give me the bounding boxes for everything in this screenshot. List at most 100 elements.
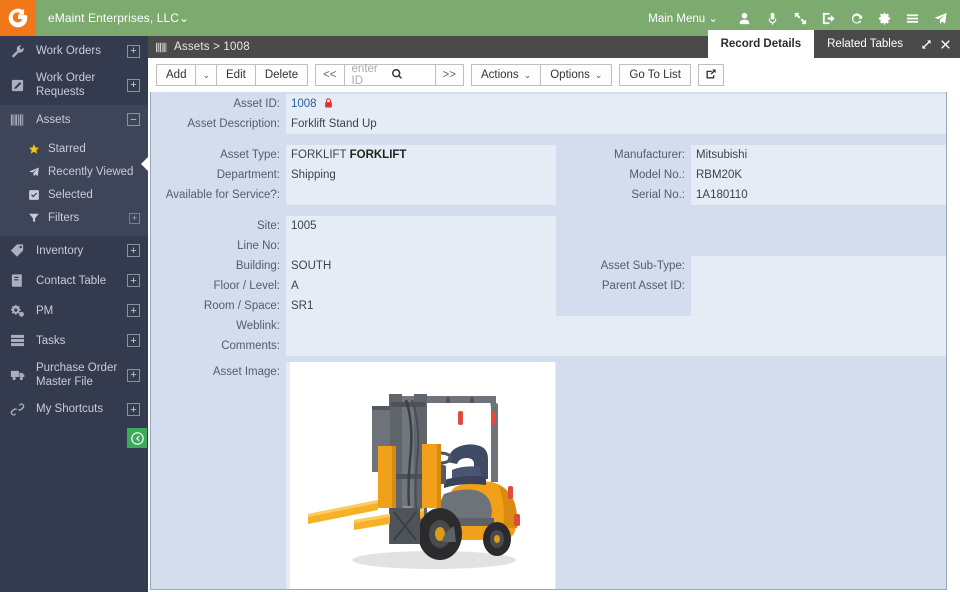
company-name-text: eMaint Enterprises, LLC (48, 11, 179, 25)
tab-related-tables[interactable]: Related Tables (814, 30, 916, 58)
search-input[interactable]: enter ID (344, 64, 436, 86)
field-value[interactable]: SOUTH (286, 256, 556, 276)
delete-button[interactable]: Delete (255, 64, 308, 86)
field-value[interactable]: 1008 (286, 94, 946, 114)
expand-plus-icon[interactable]: + (127, 369, 140, 382)
sidebar-item-filters[interactable]: Filters + (0, 207, 148, 230)
go-to-list-button[interactable]: Go To List (619, 64, 691, 86)
expand-plus-icon[interactable]: + (127, 79, 140, 92)
record-navigation-group: << enter ID >> (315, 64, 463, 86)
sidebar-item-inventory[interactable]: Inventory + (0, 236, 148, 266)
previous-record-button[interactable]: << (315, 64, 344, 86)
add-dropdown-button[interactable]: ⌄ (195, 64, 217, 86)
field-label: Weblink: (151, 316, 286, 336)
sidebar-item-purchase-order-master-file[interactable]: Purchase Order Master File + (0, 356, 148, 395)
asset-id-value[interactable]: 1008 (291, 98, 317, 110)
sidebar-item-label: Work Order Requests (32, 71, 127, 100)
forklift-photo (294, 366, 552, 591)
next-record-button[interactable]: >> (435, 64, 464, 86)
edit-button[interactable]: Edit (216, 64, 256, 86)
sidebar-sub-label: Starred (46, 143, 140, 155)
field-value[interactable] (286, 316, 556, 336)
tab-record-details[interactable]: Record Details (708, 30, 815, 58)
section-divider (151, 205, 946, 216)
sidebar-item-starred[interactable]: Starred (0, 138, 148, 161)
field-value[interactable] (691, 256, 946, 276)
sidebar-item-work-orders[interactable]: Work Orders + (0, 36, 148, 66)
sidebar-item-work-order-requests[interactable]: Work Order Requests + (0, 66, 148, 105)
chevron-down-icon: ⌄ (708, 13, 718, 25)
collapse-left-icon (131, 432, 144, 445)
user-icon[interactable] (733, 7, 755, 29)
sidebar-item-label: Inventory (32, 244, 127, 258)
expand-plus-icon[interactable]: + (127, 334, 140, 347)
field-weblink: Weblink: (151, 316, 556, 336)
add-button[interactable]: Add (156, 64, 196, 86)
breadcrumb-text[interactable]: Assets > 1008 (174, 41, 250, 53)
actions-button[interactable]: Actions ⌄ (471, 64, 541, 86)
field-value[interactable]: Mitsubishi (691, 145, 946, 165)
collapse-minus-icon[interactable]: − (127, 113, 140, 126)
sidebar-item-contact-table[interactable]: Contact Table + (0, 266, 148, 296)
asset-image[interactable] (290, 362, 555, 590)
location-left-column: Site: 1005 Line No: Building: SOUTH Floo… (151, 216, 556, 356)
refresh-icon[interactable] (845, 7, 867, 29)
expand-plus-icon[interactable]: + (127, 244, 140, 257)
field-label: Model No.: (556, 165, 691, 185)
options-button[interactable]: Options ⌄ (540, 64, 612, 86)
field-label: Parent Asset ID: (556, 276, 691, 296)
chevron-down-icon: ⌄ (202, 70, 210, 81)
expand-plus-icon[interactable]: + (129, 213, 140, 224)
send-icon[interactable] (929, 7, 951, 29)
field-label: Available for Service?: (151, 185, 286, 205)
company-name[interactable]: eMaint Enterprises, LLC⌄ (48, 11, 189, 25)
close-icon[interactable] (936, 30, 960, 58)
asset-image-section: Asset Image: (151, 362, 946, 590)
share-button[interactable] (698, 64, 724, 86)
field-value[interactable]: A (286, 276, 556, 296)
expand-icon[interactable] (916, 30, 936, 58)
expand-plus-icon[interactable]: + (127, 403, 140, 416)
add-button-group: Add ⌄ Edit Delete (156, 64, 307, 86)
fullscreen-icon[interactable] (789, 7, 811, 29)
gear-icon[interactable] (873, 7, 895, 29)
field-value[interactable]: 1005 (286, 216, 556, 236)
field-value[interactable]: Forklift Stand Up (286, 114, 946, 134)
field-value[interactable] (691, 276, 946, 296)
field-site: Site: 1005 (151, 216, 556, 236)
content-right-edge (947, 92, 958, 590)
field-label: Floor / Level: (151, 276, 286, 296)
microphone-icon[interactable] (761, 7, 783, 29)
search-icon[interactable] (391, 68, 431, 83)
field-value[interactable]: 1A180110 (691, 185, 946, 205)
sidebar-item-recently-viewed[interactable]: Recently Viewed (0, 161, 148, 184)
sidebar-assets-subnav: Starred Recently Viewed Selected Filters (0, 135, 148, 236)
sidebar-item-pm[interactable]: PM + (0, 296, 148, 326)
hamburger-menu-icon[interactable] (901, 7, 923, 29)
field-value[interactable]: RBM20K (691, 165, 946, 185)
field-value[interactable]: Shipping (286, 165, 556, 185)
funnel-icon (28, 212, 46, 224)
main-menu-button[interactable]: Main Menu ⌄ (648, 11, 718, 25)
field-label: Building: (151, 256, 286, 276)
emaint-logo-icon[interactable] (0, 0, 36, 36)
field-value[interactable] (286, 336, 556, 356)
expand-plus-icon[interactable]: + (127, 274, 140, 287)
sidebar-collapse-button[interactable] (127, 428, 147, 448)
expand-plus-icon[interactable]: + (127, 304, 140, 317)
sidebar-item-my-shortcuts[interactable]: My Shortcuts + (0, 395, 148, 425)
field-value[interactable] (286, 236, 556, 256)
sidebar-item-tasks[interactable]: Tasks + (0, 326, 148, 356)
asset-type-code: FORKLIFT (291, 149, 346, 161)
field-model-no: Model No.: RBM20K (556, 165, 946, 185)
chevron-down-icon: ⌄ (595, 70, 603, 81)
field-value[interactable]: FORKLIFT FORKLIFT (286, 145, 556, 165)
pencil-square-icon (10, 76, 32, 94)
sidebar-item-selected[interactable]: Selected (0, 184, 148, 207)
sidebar-item-assets[interactable]: Assets − (0, 105, 148, 135)
logout-icon[interactable] (817, 7, 839, 29)
field-value[interactable] (286, 185, 556, 205)
book-icon (10, 272, 32, 290)
field-value[interactable]: SR1 (286, 296, 556, 316)
expand-plus-icon[interactable]: + (127, 45, 140, 58)
